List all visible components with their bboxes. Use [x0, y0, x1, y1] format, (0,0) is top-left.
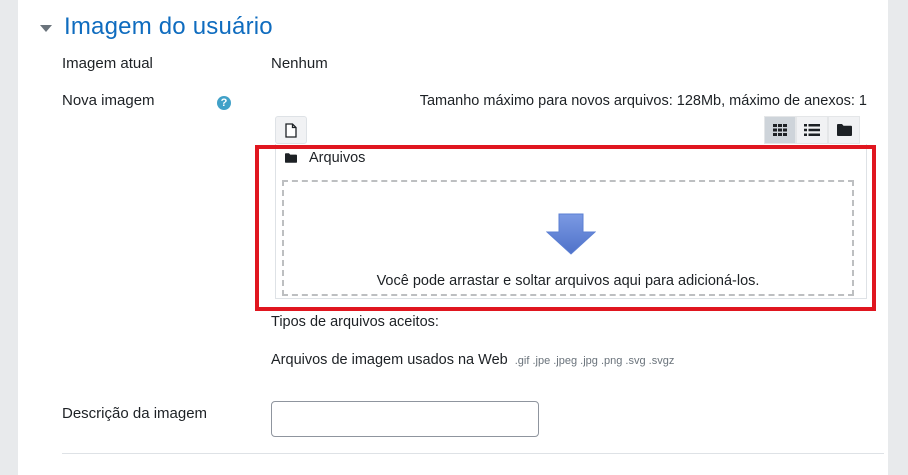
drop-arrow-icon — [546, 213, 596, 255]
section-divider — [62, 453, 884, 454]
current-image-value: Nenhum — [271, 55, 328, 72]
max-size-info: Tamanho máximo para novos arquivos: 128M… — [419, 93, 867, 109]
add-file-button[interactable] — [275, 116, 307, 144]
grid-icon — [773, 124, 787, 136]
current-image-label: Imagem atual — [62, 55, 153, 72]
view-tree-button[interactable] — [828, 116, 860, 144]
accepted-types-extensions: .gif .jpe .jpeg .jpg .png .svg .svgz — [514, 355, 675, 367]
image-description-input[interactable] — [271, 401, 539, 437]
breadcrumb[interactable]: Arquivos — [285, 150, 365, 166]
view-switcher — [764, 116, 860, 144]
section-header-user-image[interactable]: Imagem do usuário — [40, 10, 273, 44]
filemanager: Arquivos Você pode arrastar e soltar arq… — [275, 144, 867, 299]
image-description-label: Descrição da imagem — [62, 405, 208, 422]
new-image-label: Nova imagem — [62, 92, 155, 109]
help-icon[interactable]: ? — [217, 96, 231, 110]
list-icon — [804, 124, 820, 136]
accepted-types-group: Arquivos de imagem usados na Web — [271, 352, 508, 368]
section-title[interactable]: Imagem do usuário — [64, 13, 273, 41]
breadcrumb-label[interactable]: Arquivos — [309, 150, 365, 166]
collapse-caret-icon[interactable] — [40, 24, 52, 32]
form-panel: Imagem do usuário Imagem atual Nenhum No… — [18, 0, 888, 475]
drop-instructions: Você pode arrastar e soltar arquivos aqu… — [376, 273, 760, 289]
view-list-button[interactable] — [796, 116, 828, 144]
folder-icon — [285, 153, 297, 163]
view-icons-button[interactable] — [764, 116, 796, 144]
folder-icon — [836, 124, 852, 136]
file-icon — [285, 122, 297, 138]
file-dropzone[interactable]: Você pode arrastar e soltar arquivos aqu… — [282, 180, 854, 296]
accepted-types-label: Tipos de arquivos aceitos: — [271, 314, 439, 330]
accepted-types-line: Arquivos de imagem usados na Web .gif .j… — [271, 352, 674, 368]
